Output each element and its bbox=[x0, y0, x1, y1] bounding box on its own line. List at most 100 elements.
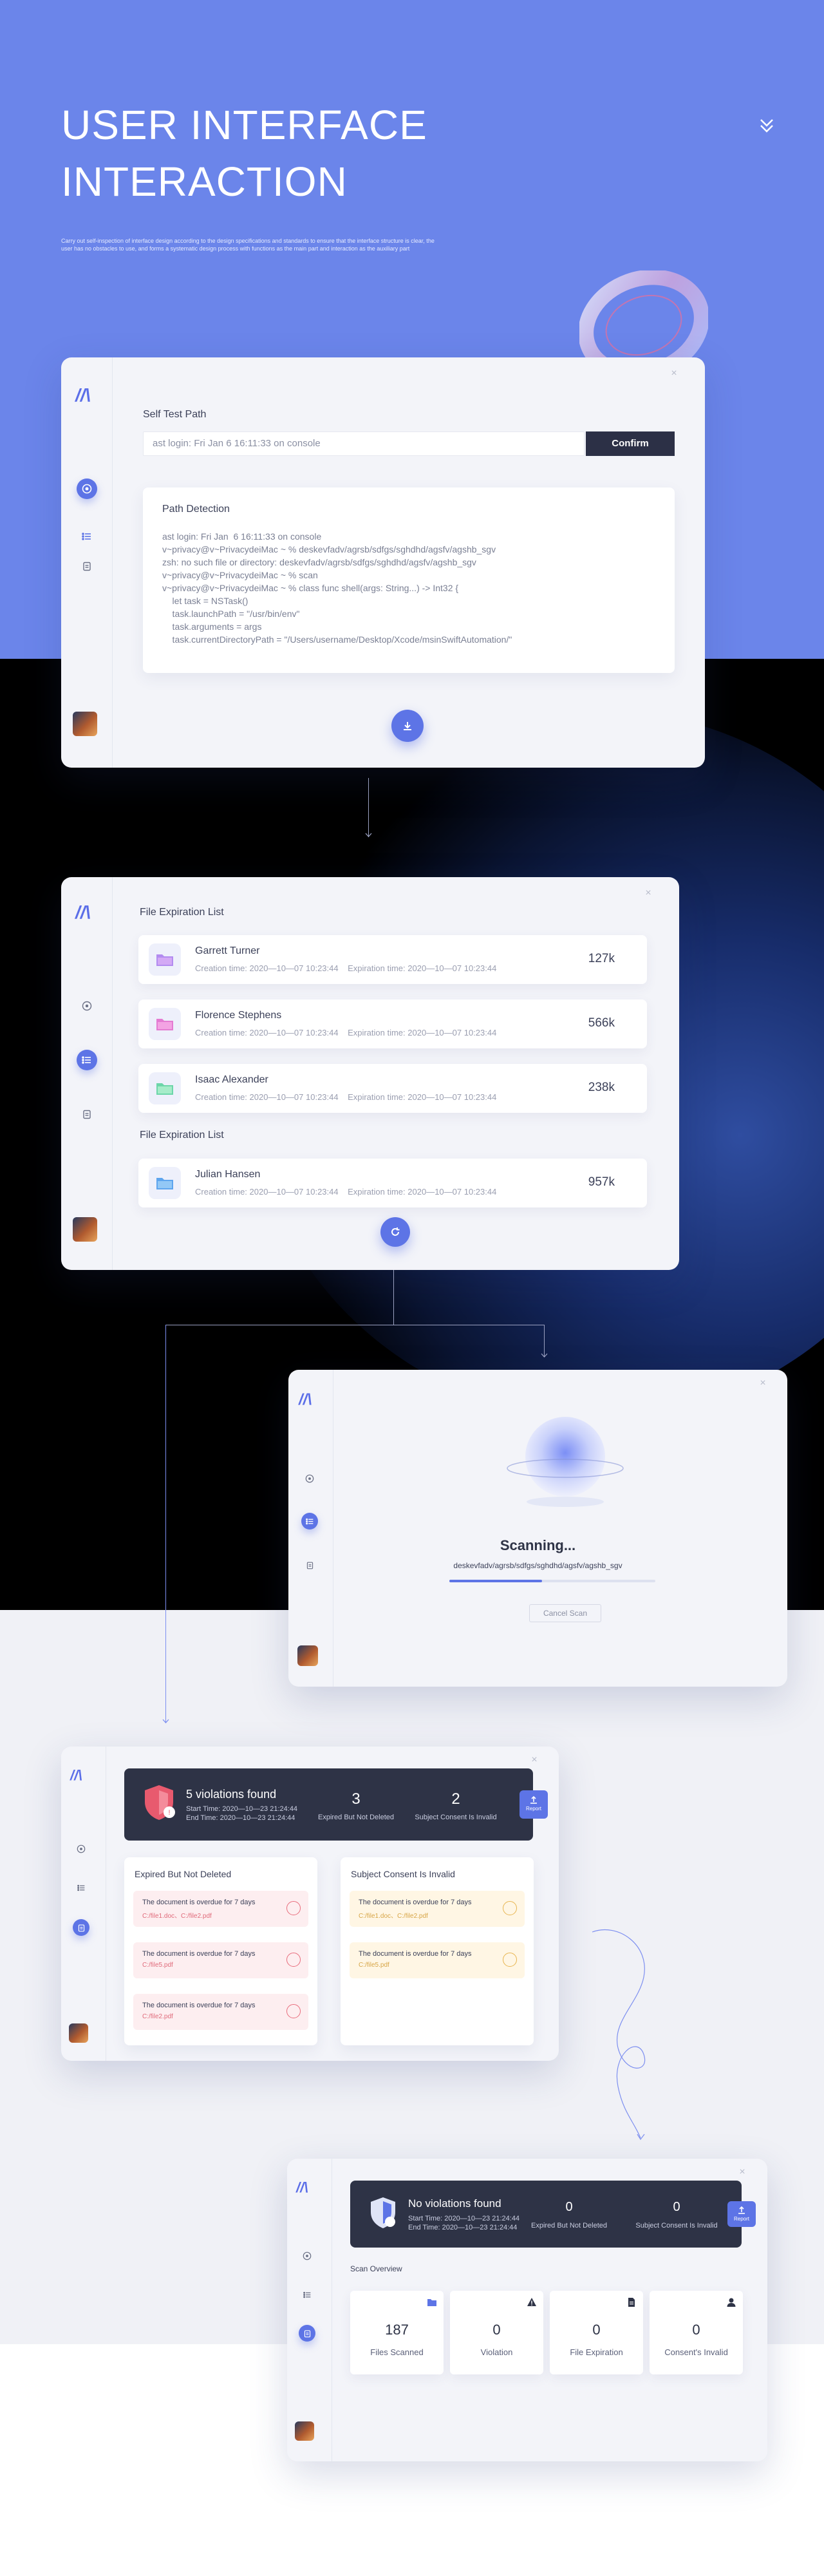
sidebar-item-report[interactable] bbox=[77, 1104, 97, 1124]
flow-connector bbox=[368, 778, 369, 837]
violation-item[interactable]: The document is overdue for 7 days C:/fil… bbox=[350, 1942, 525, 1978]
stat-consent-invalid: 0 Consent's Invalid bbox=[650, 2291, 743, 2374]
download-button[interactable] bbox=[391, 710, 424, 742]
close-icon[interactable]: × bbox=[530, 1755, 539, 1765]
app-logo: //\ bbox=[296, 2179, 308, 2195]
user-avatar[interactable] bbox=[295, 2421, 314, 2441]
consent-count: 0 bbox=[673, 2200, 680, 2214]
violation-end-time: End Time: 2020—10—23 21:24:44 bbox=[186, 1814, 295, 1822]
close-icon[interactable]: × bbox=[644, 888, 653, 898]
upload-icon bbox=[530, 1795, 537, 1804]
file-row[interactable]: Garrett Turner Creation time: 2020—10—07… bbox=[138, 935, 647, 984]
sidebar-item-report[interactable] bbox=[73, 1919, 89, 1936]
clipboard-icon bbox=[83, 1110, 91, 1119]
report-button[interactable]: Report bbox=[727, 2201, 756, 2227]
sidebar-item-self-test[interactable] bbox=[301, 1470, 318, 1487]
stat-violation: 0 Violation bbox=[450, 2291, 543, 2374]
double-chevron-down-icon[interactable] bbox=[757, 116, 776, 135]
arrow-down-icon bbox=[162, 1719, 169, 1723]
upload-icon bbox=[738, 2206, 745, 2214]
self-test-path-label: Self Test Path bbox=[143, 409, 207, 420]
sidebar-item-report[interactable] bbox=[299, 2325, 315, 2342]
user-avatar[interactable] bbox=[73, 1217, 97, 1242]
self-test-window: //\ × Self Test Path ast login: Fri Jan … bbox=[61, 357, 705, 768]
flow-connector bbox=[165, 1325, 166, 1723]
alert-circle-icon[interactable] bbox=[503, 1953, 517, 1967]
refresh-icon bbox=[391, 1227, 400, 1236]
svg-text:!: ! bbox=[168, 1809, 170, 1817]
self-test-path-input[interactable]: ast login: Fri Jan 6 16:11:33 on console bbox=[143, 431, 585, 456]
scan-end-time: End Time: 2020—10—23 21:24:44 bbox=[408, 2224, 518, 2231]
confirm-button[interactable]: Confirm bbox=[586, 431, 675, 456]
file-size: 566k bbox=[588, 1016, 615, 1030]
file-row[interactable]: Florence Stephens Creation time: 2020—10… bbox=[138, 999, 647, 1048]
folder-icon bbox=[156, 954, 173, 966]
user-avatar[interactable] bbox=[73, 712, 97, 736]
file-row[interactable]: Isaac Alexander Creation time: 2020—10—0… bbox=[138, 1064, 647, 1113]
folder-icon bbox=[156, 1178, 173, 1189]
stats-row: 187 Files Scanned 0 Violation 0 File Exp… bbox=[350, 2291, 744, 2374]
sidebar-item-list[interactable] bbox=[77, 1050, 97, 1070]
shield-alert-icon: ! bbox=[145, 1785, 175, 1820]
alert-circle-icon[interactable] bbox=[286, 2004, 301, 2018]
folder-icon bbox=[156, 1019, 173, 1030]
scanning-path: deskevfadv/agrsb/sdfgs/sghdhd/agsfv/agsh… bbox=[453, 1561, 623, 1570]
sidebar-item-self-test[interactable] bbox=[73, 1841, 89, 1857]
violation-item[interactable]: The document is overdue for 7 days C:/fil… bbox=[133, 1891, 308, 1927]
consent-column: Subject Consent Is Invalid The document … bbox=[341, 1857, 534, 2045]
target-icon bbox=[82, 1001, 92, 1011]
user-avatar[interactable] bbox=[297, 1645, 318, 1666]
scan-overview-title: Scan Overview bbox=[350, 2264, 402, 2273]
path-detection-panel: Path Detection ast login: Fri Jan 6 16:1… bbox=[143, 488, 675, 673]
consent-count-label: Subject Consent Is Invalid bbox=[415, 1814, 497, 1821]
clipboard-icon bbox=[83, 562, 91, 571]
user-avatar[interactable] bbox=[69, 2023, 88, 2043]
file-dates: Creation time: 2020—10—07 10:23:44 Expir… bbox=[195, 1092, 497, 1102]
sidebar-item-self-test[interactable] bbox=[77, 996, 97, 1016]
file-size: 238k bbox=[588, 1081, 615, 1094]
sidebar-item-report[interactable] bbox=[77, 556, 97, 576]
sidebar-item-list[interactable] bbox=[299, 2286, 315, 2303]
app-logo: //\ bbox=[299, 1391, 312, 1408]
console-output: ast login: Fri Jan 6 16:11:33 on console… bbox=[162, 531, 512, 645]
violation-title: 5 violations found bbox=[186, 1788, 277, 1801]
sidebar-item-list[interactable] bbox=[301, 1513, 318, 1530]
list-icon bbox=[305, 1518, 313, 1524]
file-expiration-window: //\ × File Expiration List Garrett Turne… bbox=[61, 877, 679, 1270]
document-icon bbox=[628, 2298, 635, 2307]
violation-summary-bar: ! 5 violations found Start Time: 2020—10… bbox=[124, 1768, 533, 1841]
sidebar-item-self-test[interactable] bbox=[77, 478, 97, 499]
stat-file-expiration: 0 File Expiration bbox=[550, 2291, 643, 2374]
sidebar-item-self-test[interactable] bbox=[299, 2248, 315, 2264]
close-icon[interactable]: × bbox=[738, 2167, 747, 2177]
alert-circle-icon[interactable] bbox=[503, 1901, 517, 1915]
close-icon[interactable]: × bbox=[670, 368, 679, 379]
close-icon[interactable]: × bbox=[758, 1378, 767, 1388]
target-icon bbox=[303, 2251, 312, 2260]
target-icon bbox=[77, 1844, 86, 1853]
cancel-scan-button[interactable]: Cancel Scan bbox=[529, 1604, 601, 1622]
file-name: Isaac Alexander bbox=[195, 1074, 268, 1085]
sidebar: //\ bbox=[287, 2159, 332, 2461]
report-button[interactable]: Report bbox=[520, 1790, 548, 1819]
file-list-heading-2: File Expiration List bbox=[140, 1130, 224, 1141]
report-label: Report bbox=[525, 1806, 541, 1812]
violation-item[interactable]: The document is overdue for 7 days C:/fil… bbox=[133, 1994, 308, 2030]
alert-circle-icon[interactable] bbox=[286, 1953, 301, 1967]
hero-title: USER INTERFACE INTERACTION bbox=[61, 102, 427, 205]
scan-summary-bar: No violations found Start Time: 2020—10—… bbox=[350, 2181, 742, 2248]
app-logo: //\ bbox=[75, 385, 91, 405]
scan-start-time: Start Time: 2020—10—23 21:24:44 bbox=[408, 2215, 520, 2222]
file-row[interactable]: Julian Hansen Creation time: 2020—10—07 … bbox=[138, 1159, 647, 1208]
sidebar: //\ bbox=[61, 357, 113, 768]
sidebar-item-list[interactable] bbox=[77, 526, 97, 547]
violation-item[interactable]: The document is overdue for 7 days C:/fil… bbox=[350, 1891, 525, 1927]
scan-result-title: No violations found bbox=[408, 2197, 501, 2210]
alert-circle-icon[interactable] bbox=[286, 1901, 301, 1915]
violation-item[interactable]: The document is overdue for 7 days C:/fil… bbox=[133, 1942, 308, 1978]
path-detection-title: Path Detection bbox=[162, 504, 230, 515]
warning-icon bbox=[527, 2298, 536, 2306]
refresh-button[interactable] bbox=[380, 1217, 410, 1247]
sidebar-item-list[interactable] bbox=[73, 1879, 89, 1896]
scan-progress-track bbox=[449, 1580, 655, 1582]
